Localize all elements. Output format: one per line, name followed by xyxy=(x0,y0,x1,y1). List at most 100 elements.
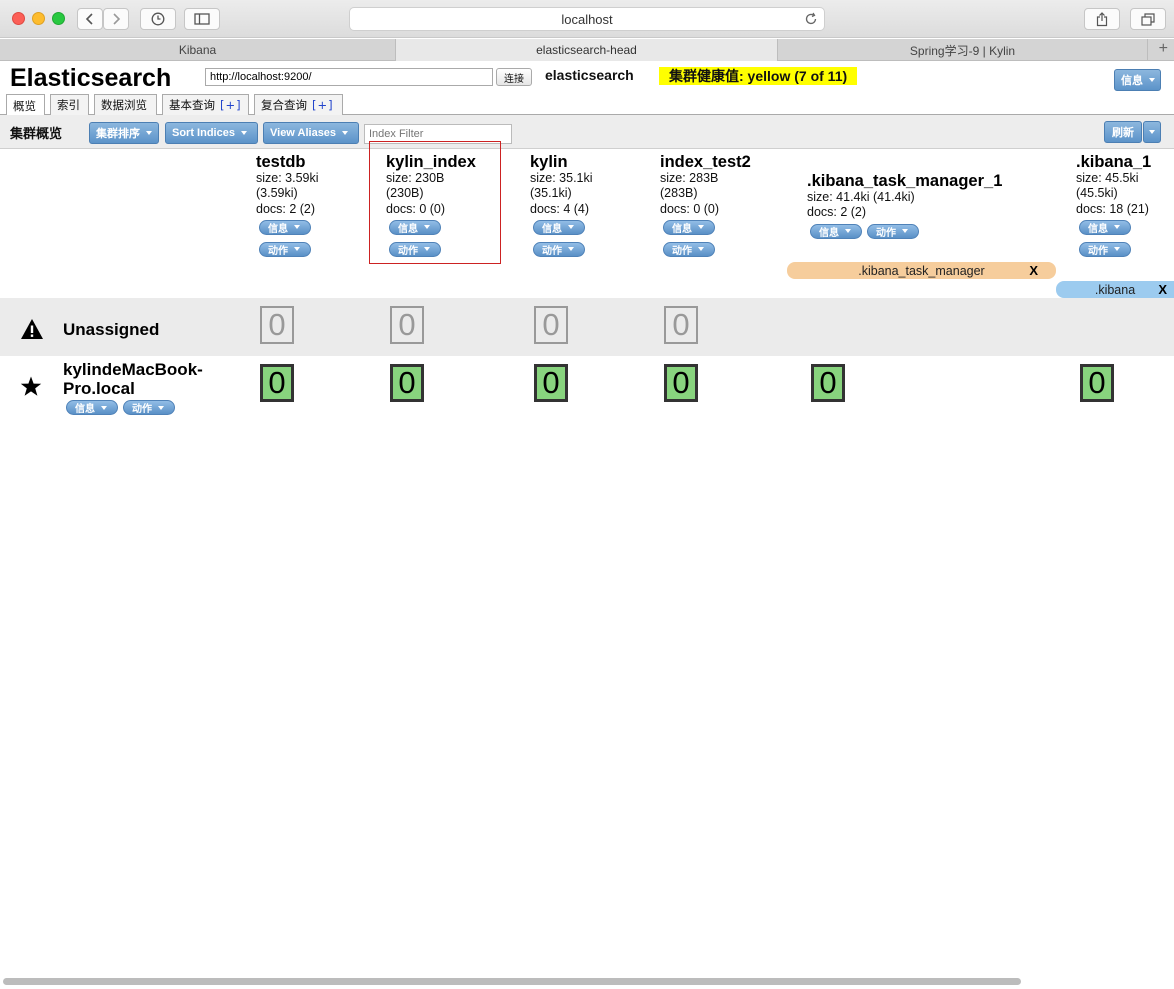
view-aliases-label: View Aliases xyxy=(270,127,337,139)
index-info-button[interactable]: 信息 xyxy=(533,219,585,235)
remove-alias-button[interactable]: X xyxy=(1158,282,1167,297)
unassigned-shard[interactable]: 0 xyxy=(664,306,698,344)
unassigned-node-name: Unassigned xyxy=(63,320,160,339)
share-icon xyxy=(1096,11,1108,26)
index-info-button[interactable]: 信息 xyxy=(1079,219,1131,235)
primary-shard[interactable]: 0 xyxy=(1080,364,1114,402)
caret-down-icon xyxy=(101,405,107,410)
history-button[interactable] xyxy=(140,8,176,30)
node-info-button[interactable]: 信息 xyxy=(66,400,118,415)
app-tabs: 概览 索引 数据浏览 基本查询 [+] 复合查询 [+] xyxy=(0,94,1174,116)
refresh-interval-dropdown[interactable] xyxy=(1143,121,1161,143)
primary-shard[interactable]: 0 xyxy=(664,364,698,402)
index-column-testdb: testdb size: 3.59ki (3.59ki) docs: 2 (2)… xyxy=(256,153,319,257)
tab-structured-query[interactable]: 复合查询 [+] xyxy=(254,94,343,115)
address-bar[interactable]: localhost xyxy=(349,7,825,31)
share-button[interactable] xyxy=(1084,8,1120,30)
refresh-label: 刷新 xyxy=(1112,127,1134,139)
browser-tab-kibana[interactable]: Kibana xyxy=(0,39,396,61)
index-action-button[interactable]: 动作 xyxy=(533,241,585,257)
index-info-label: 信息 xyxy=(268,223,288,235)
refresh-button[interactable]: 刷新 xyxy=(1104,121,1142,143)
view-aliases-button[interactable]: View Aliases xyxy=(263,122,359,144)
browser-tab-label: Spring学习-9 | Kylin xyxy=(909,43,1016,58)
connect-button[interactable]: 连接 xyxy=(496,68,532,86)
zoom-window-button[interactable] xyxy=(52,12,65,25)
tab-indices[interactable]: 索引 xyxy=(50,94,89,115)
tab-add-link[interactable]: [+] xyxy=(220,98,242,112)
sort-cluster-label: 集群排序 xyxy=(96,128,140,140)
browser-tab-label: elasticsearch-head xyxy=(536,43,637,57)
index-info-button[interactable]: 信息 xyxy=(259,219,311,235)
caret-down-icon xyxy=(294,225,300,230)
cluster-url-input[interactable] xyxy=(205,68,493,86)
index-info-label: 信息 xyxy=(1088,223,1108,235)
sidebar-icon xyxy=(194,13,210,25)
tab-add-link[interactable]: [+] xyxy=(312,98,334,112)
back-button[interactable] xyxy=(77,8,103,30)
chevron-left-icon xyxy=(85,13,93,25)
index-name: testdb xyxy=(256,153,306,171)
alias-name: .kibana_task_manager xyxy=(858,263,985,278)
index-info-button[interactable]: 信息 xyxy=(810,223,862,239)
browser-titlebar: localhost xyxy=(0,0,1174,38)
index-action-button[interactable]: 动作 xyxy=(1079,241,1131,257)
primary-shard[interactable]: 0 xyxy=(390,364,424,402)
index-size-total: (283B) xyxy=(660,186,698,201)
new-tab-button[interactable]: + xyxy=(1159,40,1168,58)
index-size: size: 41.4ki (41.4ki) xyxy=(807,190,915,204)
node-buttons: 信息 动作 xyxy=(66,400,175,415)
sort-indices-button[interactable]: Sort Indices xyxy=(165,122,258,144)
index-info-button[interactable]: 信息 xyxy=(663,219,715,235)
node-action-button[interactable]: 动作 xyxy=(123,400,175,415)
header-info-button[interactable]: 信息 xyxy=(1114,69,1161,91)
browser-tab-label: Kibana xyxy=(178,43,217,57)
caret-down-icon xyxy=(1149,78,1155,82)
primary-shard[interactable]: 0 xyxy=(534,364,568,402)
alias-kibana-task-manager[interactable]: .kibana_task_manager X xyxy=(787,262,1056,279)
caret-down-icon xyxy=(240,131,247,135)
close-window-button[interactable] xyxy=(12,12,25,25)
alias-kibana[interactable]: .kibana X xyxy=(1056,281,1174,298)
caret-down-icon xyxy=(294,247,300,252)
index-action-label: 动作 xyxy=(1088,245,1108,257)
node-name-line: kylindeMacBook- xyxy=(63,360,203,379)
index-size-total: (35.1ki) xyxy=(530,186,572,201)
browser-tab-elasticsearch-head[interactable]: elasticsearch-head xyxy=(396,39,778,61)
unassigned-row xyxy=(0,298,1174,356)
tab-overview[interactable]: 概览 xyxy=(6,94,45,116)
sort-cluster-button[interactable]: 集群排序 xyxy=(89,122,159,144)
clock-icon xyxy=(151,12,165,26)
index-action-button[interactable]: 动作 xyxy=(663,241,715,257)
index-column-kylin: kylin size: 35.1ki (35.1ki) docs: 4 (4) … xyxy=(530,153,593,257)
caret-down-icon xyxy=(568,247,574,252)
alias-name: .kibana xyxy=(1094,282,1136,297)
index-docs: docs: 18 (21) xyxy=(1076,201,1149,216)
tab-basic-query[interactable]: 基本查询 [+] xyxy=(162,94,249,115)
index-docs: docs: 2 (2) xyxy=(256,201,316,216)
reload-icon[interactable] xyxy=(804,12,818,26)
index-action-button[interactable]: 动作 xyxy=(259,241,311,257)
caret-down-icon xyxy=(902,229,908,234)
sidebar-button[interactable] xyxy=(184,8,220,30)
sort-indices-label: Sort Indices xyxy=(172,127,235,139)
index-column-kibana-task-manager-1: .kibana_task_manager_1 size: 41.4ki (41.… xyxy=(807,172,1002,239)
remove-alias-button[interactable]: X xyxy=(1029,263,1038,278)
highlight-annotation-box xyxy=(369,141,501,264)
forward-button[interactable] xyxy=(103,8,129,30)
unassigned-shard[interactable]: 0 xyxy=(390,306,424,344)
index-size: size: 35.1ki xyxy=(530,171,593,185)
horizontal-scrollbar[interactable] xyxy=(3,978,1021,985)
minimize-window-button[interactable] xyxy=(32,12,45,25)
index-action-button[interactable]: 动作 xyxy=(867,223,919,239)
browser-tab-kylin[interactable]: Spring学习-9 | Kylin xyxy=(778,39,1148,61)
tab-browser[interactable]: 数据浏览 xyxy=(94,94,157,115)
app-title: Elasticsearch xyxy=(10,64,172,92)
unassigned-shard[interactable]: 0 xyxy=(260,306,294,344)
master-node-name: kylindeMacBook- Pro.local xyxy=(63,360,203,398)
show-tabs-button[interactable] xyxy=(1130,8,1166,30)
unassigned-shard[interactable]: 0 xyxy=(534,306,568,344)
index-info-label: 信息 xyxy=(672,223,692,235)
primary-shard[interactable]: 0 xyxy=(811,364,845,402)
primary-shard[interactable]: 0 xyxy=(260,364,294,402)
